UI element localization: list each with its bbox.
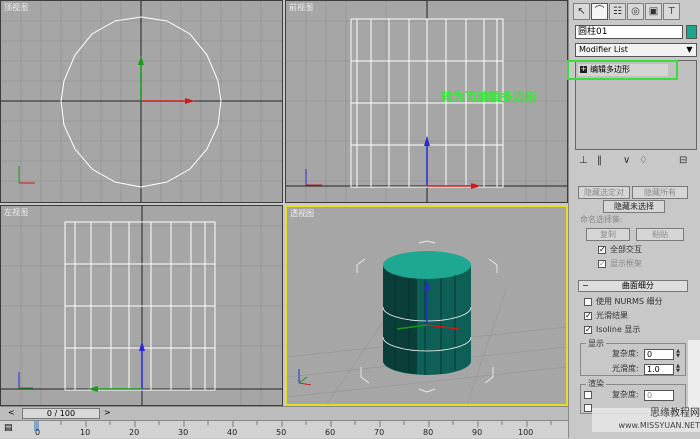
prev-frame-icon[interactable]: <	[8, 408, 15, 417]
object-name-field[interactable]: 圆柱01	[575, 25, 683, 39]
utilities-tab-icon[interactable]: T	[663, 3, 680, 20]
render-iterations-label: 复杂度:	[612, 390, 639, 399]
create-tab-icon[interactable]: ↖	[573, 3, 590, 20]
modify-tab-icon[interactable]: ⌒	[591, 3, 608, 20]
timeline-tick-30: 30	[178, 428, 189, 437]
iterations-label: 复杂度:	[612, 349, 639, 358]
paste-button[interactable]: 粘贴	[636, 228, 684, 241]
hide-unselected-button[interactable]: 隐藏未选择	[603, 200, 665, 213]
isoline-display-label: Isoline 显示	[596, 325, 641, 334]
pin-stack-icon[interactable]: ⊥	[579, 155, 588, 166]
smooth-result-checkbox[interactable]: ✓	[584, 312, 592, 320]
chevron-down-icon: ▼	[686, 45, 693, 54]
timeline-tick-70: 70	[374, 428, 385, 437]
viewport-top[interactable]: 顶视图	[0, 0, 283, 203]
timeline-tick-90: 90	[472, 428, 483, 437]
timeline-tick-10: 10	[80, 428, 91, 437]
spinner-arrows-icon[interactable]: ▲ ▼	[675, 349, 681, 360]
isoline-display-checkbox[interactable]: ✓	[584, 326, 592, 334]
watermark-url: www.MISSYUAN.NET	[618, 421, 700, 430]
render-iterations-spinner[interactable]: 0	[644, 390, 674, 401]
time-slider[interactable]: 0 / 100	[22, 408, 100, 419]
viewport-perspective[interactable]: 透视图	[285, 205, 568, 406]
viewport-top-canvas	[1, 1, 282, 202]
iterations-spinner[interactable]: 0	[644, 349, 674, 360]
viewport-perspective-canvas	[287, 240, 566, 404]
smooth-result-label: 光滑结果	[596, 311, 628, 320]
hierarchy-tab-icon[interactable]: ☷	[609, 3, 626, 20]
full-interactivity-label: 全部交互	[610, 245, 642, 254]
timeline-tick-80: 80	[423, 428, 434, 437]
panel-scrollbar[interactable]	[688, 340, 700, 410]
timeline-tick-40: 40	[227, 428, 238, 437]
viewport-left-canvas	[1, 206, 282, 405]
named-selection-label: 命名选择集:	[580, 215, 623, 224]
timeline-tick-20: 20	[129, 428, 140, 437]
watermark-title: 思缘教程网	[650, 408, 700, 419]
full-interactivity-checkbox[interactable]: ✓	[598, 246, 606, 254]
timeline-tick-50: 50	[276, 428, 287, 437]
time-slider-bar[interactable]: 0 / 100 < >	[0, 406, 568, 420]
stack-highlight-box	[567, 60, 678, 80]
timeline-tick-0: 0	[35, 428, 41, 437]
remove-modifier-icon[interactable]: ♢	[639, 155, 648, 166]
display-group-label: 显示	[586, 339, 606, 349]
site-watermark: 思缘教程网 www.MISSYUAN.NET	[592, 408, 700, 432]
copy-button[interactable]: 复制	[586, 228, 630, 241]
display-tab-icon[interactable]: ▣	[645, 3, 662, 20]
subdivision-header-label: 曲面细分	[621, 281, 654, 290]
hide-selected-button[interactable]: 隐藏选定对	[578, 186, 630, 199]
modifier-list-label: Modifier List	[579, 45, 628, 54]
next-frame-icon[interactable]: >	[104, 408, 111, 417]
object-color-swatch[interactable]	[686, 25, 697, 39]
viewport-left[interactable]: 左视图	[0, 205, 283, 406]
use-nurms-checkbox[interactable]	[584, 298, 592, 306]
timeline-tick-60: 60	[325, 428, 336, 437]
timeline-tick-100: 100	[518, 428, 534, 437]
make-unique-icon[interactable]: ∨	[623, 155, 630, 166]
render-smoothness-checkbox[interactable]	[584, 404, 592, 412]
render-iterations-checkbox[interactable]	[584, 391, 592, 399]
rollout-minus-icon: −	[582, 281, 589, 290]
show-end-result-icon[interactable]: ‖	[597, 155, 602, 166]
unhide-all-button[interactable]: 隐藏所有	[632, 186, 688, 199]
smoothness-spinner[interactable]: 1.0	[644, 364, 674, 375]
motion-tab-icon[interactable]: ◎	[627, 3, 644, 20]
subdivision-surface-header[interactable]: − 曲面细分	[578, 280, 688, 292]
show-cage-label: 显示框架	[610, 259, 642, 268]
smoothness-label: 光滑度:	[612, 364, 639, 373]
annotation-convert-editable-poly: 转为可编辑多边形	[441, 90, 538, 104]
stack-toolbar: ⊥ ‖ ∨ ♢ ⊟	[575, 154, 697, 170]
configure-sets-icon[interactable]: ⊟	[679, 155, 687, 166]
modifier-list-dropdown[interactable]: Modifier List ▼	[575, 43, 697, 57]
use-nurms-label: 使用 NURMS 细分	[596, 297, 663, 306]
spinner-arrows-icon[interactable]: ▲ ▼	[675, 364, 681, 375]
show-cage-checkbox[interactable]: ✓	[598, 260, 606, 268]
render-group-label: 渲染	[586, 379, 606, 389]
